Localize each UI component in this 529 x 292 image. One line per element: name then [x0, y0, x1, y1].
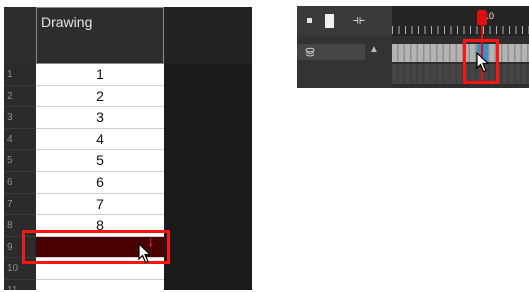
layer-row[interactable] — [297, 44, 365, 60]
drawing-cell[interactable]: 3 — [36, 107, 164, 129]
timeline-empty-cells[interactable] — [392, 64, 529, 84]
frame-number: 2 — [4, 86, 36, 108]
frame-number: 1 — [4, 64, 36, 86]
drawing-column-header[interactable]: Drawing — [36, 7, 164, 64]
xsheet-row: 22 — [4, 85, 164, 108]
ruler-ticks — [392, 26, 529, 34]
empty-xsheet-area — [164, 64, 252, 290]
drawing-cell[interactable] — [36, 279, 164, 290]
sync-arrows-icon[interactable]: ⟛ — [353, 12, 365, 28]
xsheet-corner — [4, 7, 36, 64]
column-header-label: Drawing — [41, 14, 93, 30]
drawing-cell[interactable]: 6 — [36, 171, 164, 194]
drawing-cell[interactable]: 2 — [36, 85, 164, 108]
frame-ruler[interactable]: 10 — [392, 6, 529, 36]
timeline-toolbar: ⟛ — [297, 6, 392, 36]
xsheet-row: 77 — [4, 193, 164, 216]
xsheet-row: 33 — [4, 107, 164, 129]
empty-column-header — [164, 7, 252, 64]
scroll-up-icon[interactable]: ▲ — [367, 42, 381, 58]
xsheet-row: 11 — [4, 64, 164, 86]
xsheet-row: 11 — [4, 279, 164, 290]
timeline-layer-panel: ▲ — [297, 36, 392, 88]
mouse-cursor-icon — [476, 52, 490, 73]
frame-number: 3 — [4, 107, 36, 129]
frame-number: 7 — [4, 194, 36, 216]
mouse-cursor-icon — [138, 243, 152, 264]
layer-stack-icon — [305, 47, 315, 57]
frame-number: 11 — [4, 280, 36, 290]
frame-number: 6 — [4, 172, 36, 194]
small-square-icon[interactable] — [307, 18, 312, 23]
drawing-cell[interactable]: 5 — [36, 150, 164, 172]
timeline-view: ⟛ ▲ 10 — [297, 6, 529, 88]
frame-number: 4 — [4, 129, 36, 151]
drawing-cell[interactable]: 7 — [36, 193, 164, 216]
xsheet-row: 44 — [4, 128, 164, 151]
timeline-cells[interactable] — [392, 44, 529, 62]
drawing-cell[interactable]: 1 — [36, 64, 164, 86]
large-square-icon[interactable] — [325, 14, 334, 28]
frame-number: 5 — [4, 150, 36, 172]
xsheet-row: 66 — [4, 171, 164, 194]
drawing-cell[interactable]: 4 — [36, 128, 164, 151]
playhead-marker[interactable] — [477, 10, 487, 25]
xsheet-row: 55 — [4, 150, 164, 172]
